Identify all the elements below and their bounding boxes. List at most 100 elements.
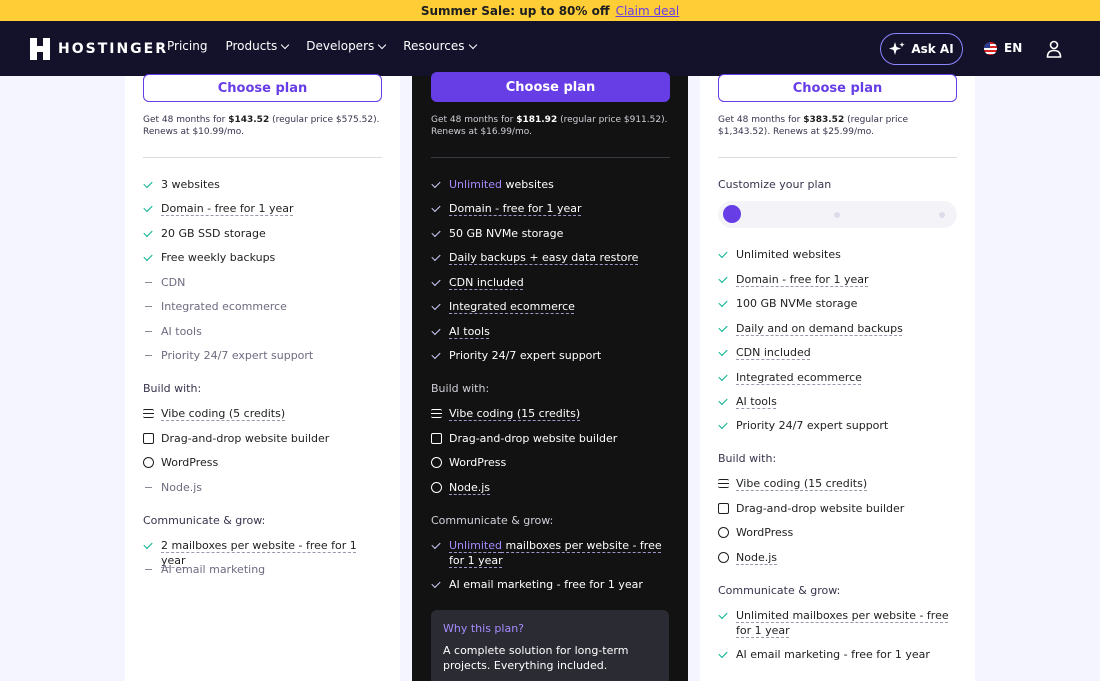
dash-icon [145, 281, 152, 284]
dash-icon [145, 486, 152, 489]
build-label[interactable]: Node.js [449, 480, 490, 495]
dash-icon [145, 354, 152, 357]
plan-size-slider[interactable] [718, 201, 957, 228]
nav-products[interactable]: Products [225, 39, 290, 53]
check-icon [431, 325, 441, 335]
check-icon [718, 297, 728, 307]
check-icon [718, 273, 728, 283]
grow-label: AI email marketing - free for 1 year [449, 578, 643, 591]
communicate-heading: Communicate & grow: [718, 584, 841, 597]
grow-label[interactable]: Unlimited mailboxes per website - free f… [736, 608, 958, 638]
feature-label[interactable]: Domain - free for 1 year [449, 201, 582, 216]
check-icon [143, 178, 153, 188]
check-icon [143, 539, 153, 549]
feature-label[interactable]: Daily backups + easy data restore [449, 250, 638, 265]
claim-deal-link[interactable]: Claim deal [616, 4, 680, 18]
choose-plan-button[interactable]: Choose plan [718, 74, 957, 102]
dash-icon [145, 568, 152, 571]
plan-card-1: Choose plan Get 48 months for $143.52 (r… [125, 74, 400, 681]
slider-knob[interactable] [723, 205, 741, 223]
wordpress-icon [718, 527, 729, 538]
feature-item: Domain - free for 1 year [718, 272, 958, 287]
why-this-plan-box: Why this plan? A complete solution for l… [431, 610, 669, 681]
build-label[interactable]: Node.js [736, 550, 777, 565]
price-prefix: Get 48 months for [718, 115, 804, 125]
check-icon [431, 539, 441, 549]
check-icon [718, 322, 728, 332]
nav-resources-label: Resources [403, 39, 465, 53]
dash-icon [145, 330, 152, 333]
sparkle-icon [889, 42, 906, 55]
build-item: Node.js [431, 480, 671, 495]
vibe-coding-icon [718, 479, 729, 488]
feature-label: 50 GB NVMe storage [449, 227, 564, 240]
feature-label: Integrated ecommerce [161, 300, 287, 313]
chevron-down-icon [378, 40, 387, 49]
promo-text: Summer Sale: up to 80% off [420, 3, 610, 18]
feature-label[interactable]: AI tools [449, 324, 490, 339]
build-label[interactable]: Vibe coding (15 credits) [449, 406, 580, 421]
divider [431, 157, 670, 158]
feature-label[interactable]: Domain - free for 1 year [161, 201, 294, 216]
choose-plan-button[interactable]: Choose plan [431, 72, 670, 102]
user-icon[interactable] [1046, 40, 1062, 58]
ask-ai-button[interactable]: Ask AI [880, 33, 963, 65]
plan-card-3: Choose plan Get 48 months for $383.52 (r… [700, 74, 975, 681]
wordpress-icon [143, 457, 154, 468]
check-icon [718, 346, 728, 356]
feature-label[interactable]: Daily and on demand backups [736, 321, 903, 336]
feature-label[interactable]: CDN included [736, 345, 811, 360]
customize-plan-label: Customize your plan [718, 178, 832, 191]
feature-label: CDN [161, 276, 186, 289]
feature-label[interactable]: Integrated ecommerce [736, 370, 862, 385]
grow-item: AI email marketing - free for 1 year [431, 577, 671, 592]
feature-label: Free weekly backups [161, 251, 276, 264]
feature-item: AI tools [143, 324, 383, 339]
grow-item: AI email marketing - free for 1 year [718, 647, 958, 662]
feature-item: Priority 24/7 expert support [718, 418, 958, 433]
us-flag-icon [984, 41, 997, 55]
slider-step[interactable] [939, 212, 945, 218]
chevron-down-icon [468, 40, 477, 49]
feature-label[interactable]: AI tools [736, 394, 777, 409]
check-icon [718, 648, 728, 658]
feature-label: Priority 24/7 expert support [736, 419, 889, 432]
hostinger-logo[interactable]: HOSTINGER [30, 38, 168, 60]
nav-developers[interactable]: Developers [306, 39, 387, 53]
feature-item: Integrated ecommerce [431, 299, 671, 314]
price-note: Get 48 months for $181.92 (regular price… [431, 114, 671, 138]
price-prefix: Get 48 months for [431, 115, 517, 125]
check-icon [431, 578, 441, 588]
language-selector[interactable]: EN [984, 41, 1022, 55]
build-label[interactable]: Vibe coding (5 credits) [161, 406, 285, 421]
build-label[interactable]: Vibe coding (15 credits) [736, 476, 867, 491]
choose-plan-button[interactable]: Choose plan [143, 74, 382, 102]
nav-resources[interactable]: Resources [403, 39, 477, 53]
grow-label: AI email marketing - free for 1 year [736, 648, 930, 661]
communicate-heading: Communicate & grow: [431, 514, 554, 527]
feature-label[interactable]: Domain - free for 1 year [736, 272, 869, 287]
feature-label[interactable]: Integrated ecommerce [449, 299, 575, 314]
check-icon [143, 251, 153, 261]
feature-highlight: Unlimited [449, 178, 502, 191]
slider-step[interactable] [834, 212, 840, 218]
build-with-heading: Build with: [718, 452, 777, 465]
build-item: Vibe coding (15 credits) [431, 406, 671, 421]
price-amount: $181.92 [516, 115, 558, 125]
top-navigation: HOSTINGER Pricing Products Developers Re… [0, 21, 1100, 76]
feature-item: AI tools [718, 394, 958, 409]
build-item: WordPress [431, 455, 671, 470]
feature-label[interactable]: CDN included [449, 275, 524, 290]
feature-item: Domain - free for 1 year [143, 201, 383, 216]
nodejs-icon [431, 482, 442, 493]
nav-pricing[interactable]: Pricing [167, 39, 207, 53]
nav-products-label: Products [225, 39, 278, 53]
build-item: WordPress [143, 455, 383, 470]
build-label: WordPress [449, 456, 507, 469]
build-label: Drag-and-drop website builder [161, 432, 330, 445]
feature-item: Unlimited websites [718, 247, 958, 262]
build-item: Vibe coding (15 credits) [718, 476, 958, 491]
grow-item: AI email marketing [143, 562, 383, 577]
feature-label: Priority 24/7 expert support [449, 349, 602, 362]
logo-text: HOSTINGER [58, 41, 169, 57]
